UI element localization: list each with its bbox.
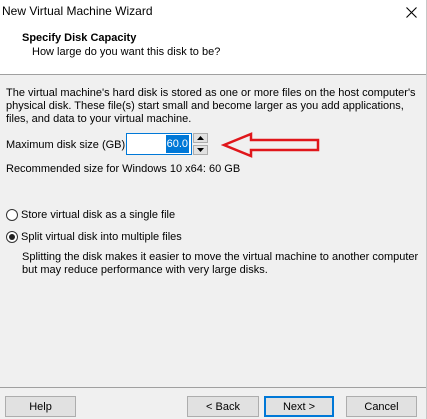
red-arrow-annotation-icon: [221, 132, 320, 158]
disk-size-input[interactable]: 60.0: [126, 133, 192, 155]
split-description: Splitting the disk makes it easier to mo…: [22, 251, 422, 277]
recommended-size-text: Recommended size for Windows 10 x64: 60 …: [6, 163, 241, 175]
description-line: physical disk. These file(s) start small…: [6, 100, 404, 112]
triangle-up-icon: [197, 136, 204, 140]
option-single-file[interactable]: Store virtual disk as a single file: [6, 209, 175, 221]
window-title: New Virtual Machine Wizard: [2, 4, 153, 18]
triangle-down-icon: [197, 148, 204, 152]
max-disk-size-label: Maximum disk size (GB):: [6, 139, 129, 151]
close-icon: [405, 6, 417, 18]
back-button[interactable]: < Back: [187, 396, 259, 417]
split-description-line: but may reduce performance with very lar…: [22, 264, 268, 276]
disk-description: The virtual machine's hard disk is store…: [6, 87, 416, 126]
cancel-button[interactable]: Cancel: [346, 396, 417, 417]
wizard-footer: Help < Back Next > Cancel: [0, 388, 426, 419]
spinner-down-button[interactable]: [193, 145, 208, 155]
spinner-buttons: [193, 133, 208, 155]
spinner-up-button[interactable]: [193, 133, 208, 143]
wizard-window: New Virtual Machine Wizard Specify Disk …: [0, 0, 427, 419]
split-description-line: Splitting the disk makes it easier to mo…: [22, 251, 419, 263]
disk-size-spinner: 60.0: [126, 133, 209, 155]
option-split-files-label: Split virtual disk into multiple files: [21, 231, 182, 243]
option-split-files[interactable]: Split virtual disk into multiple files: [6, 231, 182, 243]
wizard-header: Specify Disk Capacity How large do you w…: [0, 24, 426, 72]
description-line: files, and data to your virtual machine.: [6, 113, 192, 125]
title-bar: New Virtual Machine Wizard: [0, 0, 426, 24]
next-button[interactable]: Next >: [264, 396, 334, 417]
page-subtitle: How large do you want this disk to be?: [32, 46, 221, 58]
radio-selected-icon: [6, 231, 18, 243]
wizard-body: The virtual machine's hard disk is store…: [0, 75, 426, 387]
close-button[interactable]: [396, 0, 426, 24]
option-single-file-label: Store virtual disk as a single file: [21, 209, 176, 221]
disk-size-value: 60.0: [165, 135, 189, 153]
radio-unselected-icon: [6, 209, 18, 221]
page-title: Specify Disk Capacity: [22, 32, 137, 44]
description-line: The virtual machine's hard disk is store…: [6, 87, 416, 99]
help-button[interactable]: Help: [5, 396, 76, 417]
